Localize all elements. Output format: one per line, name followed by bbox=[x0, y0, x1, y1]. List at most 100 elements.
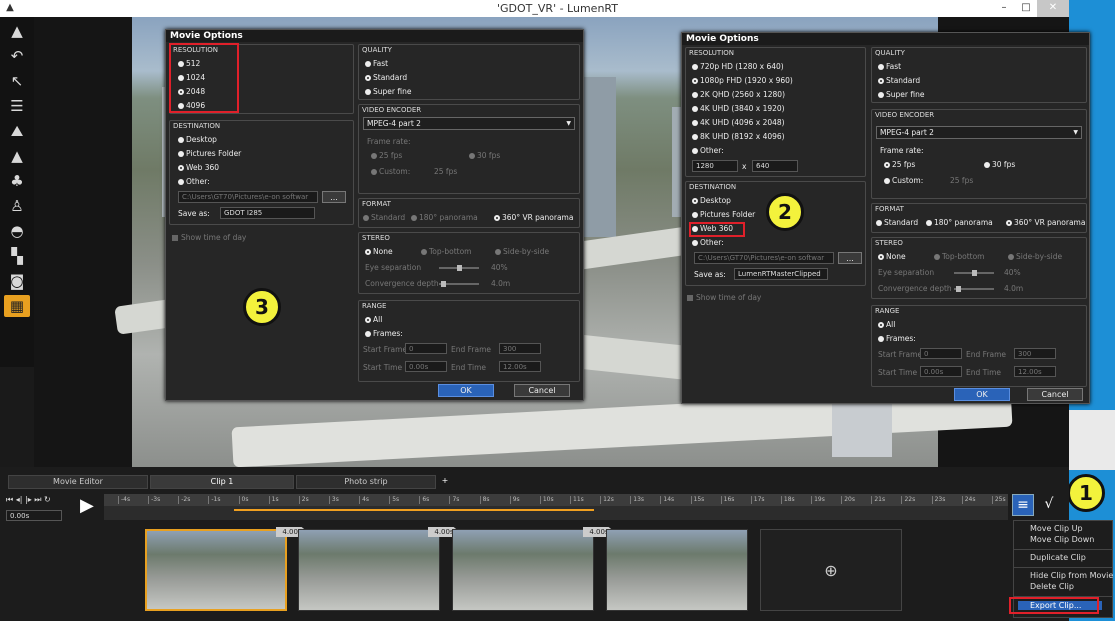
close-button[interactable]: ✕ bbox=[1037, 0, 1069, 17]
format-180[interactable]: 180° panorama bbox=[926, 218, 993, 227]
stereo-side-by-side[interactable]: Side-by-side bbox=[495, 247, 549, 256]
range-all[interactable]: All bbox=[878, 320, 895, 329]
time-ruler[interactable]: -4s -3s -2s -1s 0s 1s 2s 3s 4s 5s 6s 7s 8s 9s 10s 11s 12… bbox=[104, 494, 1008, 506]
skip-back-icon[interactable]: ⏮ bbox=[6, 495, 13, 504]
end-frame-input[interactable]: 300 bbox=[1014, 348, 1056, 359]
quality-super-fine[interactable]: Super fine bbox=[365, 87, 411, 96]
range-frames[interactable]: Frames: bbox=[365, 329, 403, 338]
quality-fast[interactable]: Fast bbox=[878, 62, 901, 71]
ok-button[interactable]: OK bbox=[438, 384, 494, 397]
time-input[interactable]: 0.00s bbox=[6, 510, 62, 521]
custom-fps-radio[interactable]: Custom: bbox=[884, 176, 923, 185]
encoder-select[interactable]: MPEG-4 part 2 ▼ bbox=[363, 117, 575, 130]
res-width-input[interactable]: 1280 bbox=[692, 160, 738, 172]
convergence-slider[interactable] bbox=[954, 286, 994, 292]
menu-hide-clip[interactable]: Hide Clip from Movie bbox=[1030, 571, 1113, 580]
res-1080p[interactable]: 1080p FHD (1920 x 960) bbox=[692, 76, 793, 85]
menu-icon[interactable]: ≡ bbox=[1012, 494, 1034, 516]
clip-thumbnail[interactable] bbox=[298, 529, 440, 611]
res-height-input[interactable]: 640 bbox=[752, 160, 798, 172]
play-button[interactable]: ▶ bbox=[80, 495, 94, 516]
end-frame-input[interactable]: 300 bbox=[499, 343, 541, 354]
camera-icon[interactable]: ◙ bbox=[4, 270, 30, 292]
res-4k-4096[interactable]: 4K UHD (4096 x 2048) bbox=[692, 118, 785, 127]
custom-fps-value[interactable]: 25 fps bbox=[434, 167, 457, 176]
eye-sep-slider[interactable] bbox=[954, 270, 994, 276]
select-arrow-icon[interactable]: ↖ bbox=[4, 70, 30, 92]
fps25-radio[interactable]: 25 fps bbox=[884, 160, 915, 169]
tab-clip-1[interactable]: Clip 1 bbox=[150, 475, 294, 489]
quality-standard[interactable]: Standard bbox=[365, 73, 407, 82]
dest-web360[interactable]: Web 360 bbox=[178, 163, 219, 172]
add-tab-button[interactable]: + bbox=[438, 475, 452, 489]
encoder-select[interactable]: MPEG-4 part 2 ▼ bbox=[876, 126, 1082, 139]
res-2k[interactable]: 2K QHD (2560 x 1280) bbox=[692, 90, 785, 99]
dest-other[interactable]: Other: bbox=[692, 238, 724, 247]
clapper-icon[interactable]: ▦ bbox=[4, 295, 30, 317]
save-as-input[interactable]: LumenRTMasterClipped bbox=[734, 268, 828, 280]
menu-delete-clip[interactable]: Delete Clip bbox=[1030, 582, 1074, 591]
step-forward-icon[interactable]: |▸ bbox=[25, 495, 32, 504]
range-all[interactable]: All bbox=[365, 315, 382, 324]
menu-move-clip-down[interactable]: Move Clip Down bbox=[1030, 535, 1094, 544]
clip-thumbnail[interactable] bbox=[145, 529, 287, 611]
stereo-none[interactable]: None bbox=[365, 247, 393, 256]
cancel-button[interactable]: Cancel bbox=[1027, 388, 1083, 401]
fps30-radio[interactable]: 30 fps bbox=[469, 151, 500, 160]
dest-desktop[interactable]: Desktop bbox=[178, 135, 217, 144]
start-time-input[interactable]: 0.00s bbox=[405, 361, 447, 372]
dest-path-field[interactable]: C:\Users\GT70\Pictures\e-on softwar bbox=[694, 252, 834, 264]
start-frame-input[interactable]: 0 bbox=[920, 348, 962, 359]
quality-super-fine[interactable]: Super fine bbox=[878, 90, 924, 99]
dest-other[interactable]: Other: bbox=[178, 177, 210, 186]
quality-standard[interactable]: Standard bbox=[878, 76, 920, 85]
custom-fps-value[interactable]: 25 fps bbox=[950, 176, 973, 185]
stereo-top-bottom[interactable]: Top-bottom bbox=[421, 247, 472, 256]
res-other[interactable]: Other: bbox=[692, 146, 724, 155]
maximize-button[interactable]: □ bbox=[1015, 0, 1037, 17]
adjust-icon[interactable]: ☰ bbox=[4, 95, 30, 117]
mountain-icon[interactable]: ▲ bbox=[4, 145, 30, 167]
format-standard[interactable]: Standard bbox=[876, 218, 918, 227]
terrain-icon[interactable]: ⛰ bbox=[4, 120, 30, 142]
add-clip-button[interactable]: ⊕ bbox=[760, 529, 902, 611]
browse-button[interactable]: ... bbox=[838, 252, 862, 264]
tree-icon[interactable]: ♣ bbox=[4, 170, 30, 192]
quality-fast[interactable]: Fast bbox=[365, 59, 388, 68]
dest-pictures[interactable]: Pictures Folder bbox=[692, 210, 755, 219]
fps30-radio[interactable]: 30 fps bbox=[984, 160, 1015, 169]
end-time-input[interactable]: 12.00s bbox=[499, 361, 541, 372]
fps25-radio[interactable]: 25 fps bbox=[371, 151, 402, 160]
tab-movie-editor[interactable]: Movie Editor bbox=[8, 475, 148, 489]
ok-button[interactable]: OK bbox=[954, 388, 1010, 401]
stereo-top-bottom[interactable]: Top-bottom bbox=[934, 252, 985, 261]
start-time-input[interactable]: 0.00s bbox=[920, 366, 962, 377]
dest-path-field[interactable]: C:\Users\GT70\Pictures\e-on softwar bbox=[178, 191, 318, 203]
res-8k[interactable]: 8K UHD (8192 x 4096) bbox=[692, 132, 785, 141]
dest-pictures[interactable]: Pictures Folder bbox=[178, 149, 241, 158]
menu-move-clip-up[interactable]: Move Clip Up bbox=[1030, 524, 1083, 533]
car-icon[interactable]: ◓ bbox=[4, 220, 30, 242]
home-icon[interactable]: ▲ bbox=[4, 20, 30, 42]
person-icon[interactable]: ♙ bbox=[4, 195, 30, 217]
skip-forward-icon[interactable]: ⏭ bbox=[34, 495, 41, 504]
tab-photo-strip[interactable]: Photo strip bbox=[296, 475, 436, 489]
undo-icon[interactable]: ↶ bbox=[4, 45, 30, 67]
format-standard[interactable]: Standard bbox=[363, 213, 405, 222]
end-time-input[interactable]: 12.00s bbox=[1014, 366, 1056, 377]
save-as-input[interactable]: GDOT I285 bbox=[220, 207, 315, 219]
range-frames[interactable]: Frames: bbox=[878, 334, 916, 343]
start-frame-input[interactable]: 0 bbox=[405, 343, 447, 354]
loop-icon[interactable]: ↻ bbox=[44, 495, 51, 504]
stereo-none[interactable]: None bbox=[878, 252, 906, 261]
res-720p[interactable]: 720p HD (1280 x 640) bbox=[692, 62, 784, 71]
show-time-checkbox[interactable]: Show time of day bbox=[687, 293, 761, 302]
keyframe-track[interactable] bbox=[104, 506, 1008, 520]
format-180[interactable]: 180° panorama bbox=[411, 213, 478, 222]
objects-icon[interactable]: ▚ bbox=[4, 245, 30, 267]
format-360-vr[interactable]: 360° VR panorama bbox=[494, 213, 573, 222]
clip-thumbnail[interactable] bbox=[452, 529, 594, 611]
res-4k-3840[interactable]: 4K UHD (3840 x 1920) bbox=[692, 104, 785, 113]
cancel-button[interactable]: Cancel bbox=[514, 384, 570, 397]
menu-duplicate-clip[interactable]: Duplicate Clip bbox=[1030, 553, 1086, 562]
